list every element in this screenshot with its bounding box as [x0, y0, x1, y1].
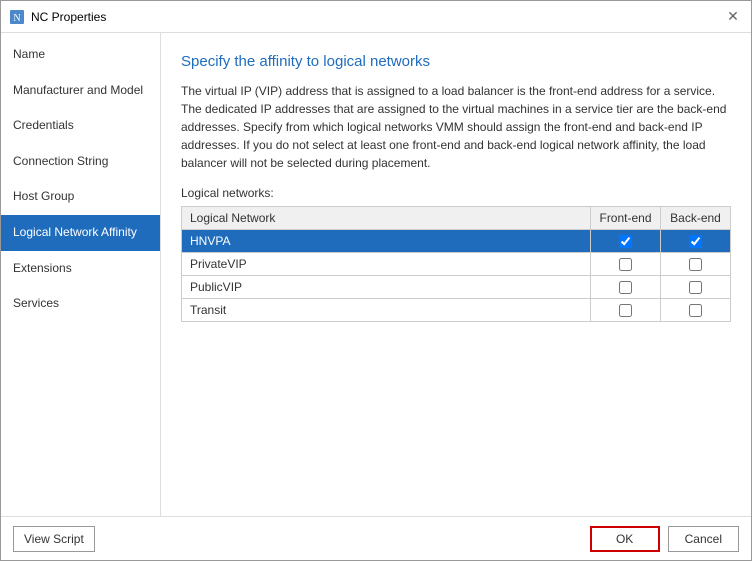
sidebar-item-name[interactable]: Name — [1, 37, 160, 73]
frontend-checkbox-hnvpa[interactable] — [619, 235, 632, 248]
cancel-button[interactable]: Cancel — [668, 526, 739, 552]
backend-cell-privatevip — [661, 253, 731, 276]
view-script-button[interactable]: View Script — [13, 526, 95, 552]
backend-cell-publicvip — [661, 276, 731, 299]
sidebar-item-credentials[interactable]: Credentials — [1, 108, 160, 144]
sidebar-item-services[interactable]: Services — [1, 286, 160, 322]
nc-properties-dialog: N NC Properties ✕ Name Manufacturer and … — [0, 0, 752, 561]
backend-cell-transit — [661, 299, 731, 322]
network-name-publicvip: PublicVIP — [182, 276, 591, 299]
sidebar-item-manufacturer[interactable]: Manufacturer and Model — [1, 73, 160, 109]
backend-checkbox-hnvpa[interactable] — [689, 235, 702, 248]
table-row: PublicVIP — [182, 276, 731, 299]
ok-button[interactable]: OK — [590, 526, 660, 552]
backend-checkbox-privatevip[interactable] — [689, 258, 702, 271]
main-title: Specify the affinity to logical networks — [181, 53, 731, 70]
close-button[interactable]: ✕ — [723, 7, 743, 27]
frontend-cell-privatevip — [591, 253, 661, 276]
main-content: Specify the affinity to logical networks… — [161, 33, 751, 516]
col-header-network: Logical Network — [182, 207, 591, 230]
dialog-body: Name Manufacturer and Model Credentials … — [1, 33, 751, 516]
frontend-cell-publicvip — [591, 276, 661, 299]
frontend-cell-transit — [591, 299, 661, 322]
dialog-icon: N — [9, 9, 25, 25]
col-header-backend: Back-end — [661, 207, 731, 230]
frontend-checkbox-privatevip[interactable] — [619, 258, 632, 271]
frontend-checkbox-publicvip[interactable] — [619, 281, 632, 294]
sidebar-item-logical-network-affinity[interactable]: Logical Network Affinity — [1, 215, 160, 251]
footer-right: OK Cancel — [590, 526, 739, 552]
backend-checkbox-publicvip[interactable] — [689, 281, 702, 294]
title-bar-left: N NC Properties — [9, 9, 106, 25]
title-bar: N NC Properties ✕ — [1, 1, 751, 33]
svg-text:N: N — [13, 13, 20, 24]
logical-networks-table: Logical Network Front-end Back-end HNVPA — [181, 206, 731, 322]
sidebar: Name Manufacturer and Model Credentials … — [1, 33, 161, 516]
network-name-transit: Transit — [182, 299, 591, 322]
network-name-hnvpa: HNVPA — [182, 230, 591, 253]
table-row: PrivateVIP — [182, 253, 731, 276]
network-name-privatevip: PrivateVIP — [182, 253, 591, 276]
dialog-title: NC Properties — [31, 10, 106, 24]
col-header-frontend: Front-end — [591, 207, 661, 230]
footer-left: View Script — [13, 526, 95, 552]
dialog-footer: View Script OK Cancel — [1, 516, 751, 560]
section-label: Logical networks: — [181, 186, 731, 200]
frontend-cell-hnvpa — [591, 230, 661, 253]
description: The virtual IP (VIP) address that is ass… — [181, 82, 731, 172]
sidebar-item-connection-string[interactable]: Connection String — [1, 144, 160, 180]
backend-checkbox-transit[interactable] — [689, 304, 702, 317]
table-row: HNVPA — [182, 230, 731, 253]
backend-cell-hnvpa — [661, 230, 731, 253]
sidebar-item-extensions[interactable]: Extensions — [1, 251, 160, 287]
table-row: Transit — [182, 299, 731, 322]
table-header-row: Logical Network Front-end Back-end — [182, 207, 731, 230]
sidebar-item-host-group[interactable]: Host Group — [1, 179, 160, 215]
frontend-checkbox-transit[interactable] — [619, 304, 632, 317]
